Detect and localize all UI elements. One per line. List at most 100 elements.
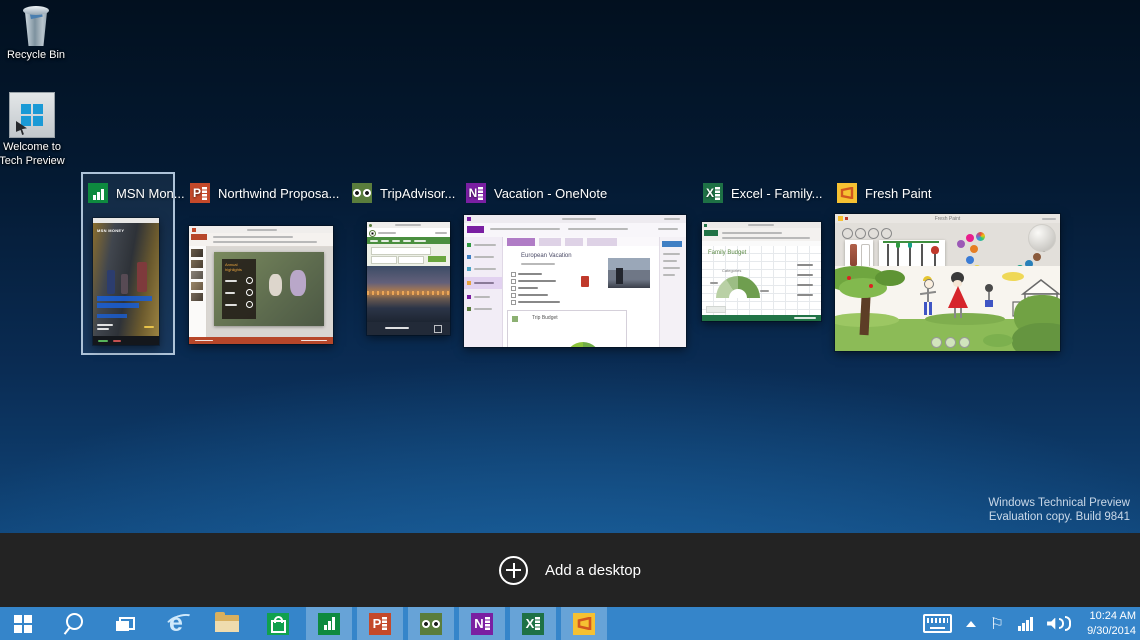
touch-keyboard-icon[interactable] — [922, 614, 952, 633]
desktop-icon-recycle-bin[interactable]: Recycle Bin — [0, 6, 72, 63]
ppt-status-dash-left — [195, 339, 213, 341]
file-explorer-button[interactable] — [204, 607, 250, 640]
on-item-2 — [518, 280, 556, 282]
task-view-button[interactable] — [102, 607, 148, 640]
trip-logo-dash — [378, 232, 396, 234]
excel-icon: X — [522, 612, 544, 635]
ppt-panel-dash-2 — [225, 292, 235, 294]
store-icon — [267, 612, 289, 635]
on-page: European Vacation Trip Budget — [503, 246, 660, 347]
window-label-msn-money[interactable]: MSN Mon... — [88, 183, 185, 203]
on-check-3 — [511, 286, 516, 291]
fp-tool-circle-4 — [881, 228, 892, 239]
xl-app-dot — [704, 224, 707, 227]
excel-taskbar-button[interactable]: X — [510, 607, 556, 640]
xl-sheet-title: Family Budget — [708, 250, 747, 256]
on-nb-4-dot — [467, 281, 471, 285]
welcome-label: Welcome to Tech Preview — [0, 141, 65, 167]
on-ribbon-dash-3 — [658, 228, 678, 230]
trip-search-button — [428, 256, 446, 262]
trip-search-panel — [367, 244, 450, 266]
taskbar-clock[interactable]: 10:24 AM 9/30/2014 — [1087, 609, 1136, 638]
on-check-4 — [511, 293, 516, 298]
xl-chart-label-right — [760, 290, 769, 292]
on-ribbon-dash-2 — [568, 228, 628, 230]
add-desktop-button[interactable]: Add a desktop — [499, 555, 641, 585]
on-check-2 — [511, 279, 516, 284]
start-windows-icon — [14, 614, 32, 633]
msn-header-text: MSN MONEY — [97, 228, 125, 233]
window-label-excel[interactable]: X Excel - Family... — [703, 183, 823, 203]
fp-canvas — [835, 266, 1060, 351]
xl-sheet-tab — [706, 306, 726, 313]
trip-nav-1 — [370, 240, 378, 242]
desktop-icon-welcome-tech-preview[interactable]: Welcome to Tech Preview — [0, 92, 68, 169]
ppt-overlay-panel: Annual highlights — [222, 259, 256, 319]
show-hidden-icons-chevron[interactable] — [965, 620, 976, 627]
trip-overlay-dash — [385, 327, 409, 329]
trip-header — [367, 228, 450, 237]
msn-money-taskbar-button[interactable] — [306, 607, 352, 640]
fp-window-title: Fresh Paint — [934, 216, 961, 222]
trip-search-input — [371, 247, 431, 255]
clock-date: 9/30/2014 — [1087, 624, 1136, 637]
network-icon[interactable] — [1018, 616, 1034, 631]
trip-photo — [367, 266, 450, 322]
ppt-slide-title: Annual highlights — [225, 262, 242, 272]
fp-apple-2 — [869, 284, 873, 288]
fp-tool-circle-2 — [855, 228, 866, 239]
powerpoint-icon: P — [190, 183, 210, 203]
trip-title-dash — [395, 224, 421, 226]
trip-bottom-overlay — [367, 322, 450, 335]
powerpoint-taskbar-button[interactable]: P — [357, 607, 403, 640]
window-label-onenote[interactable]: N Vacation - OneNote — [466, 183, 607, 203]
on-nb-3-dot — [467, 267, 471, 271]
fp-dad-torso — [927, 288, 929, 302]
fresh-paint-icon — [837, 183, 857, 203]
ppt-icon-bulb — [246, 277, 253, 284]
window-title: TripAdvisor... — [380, 185, 456, 201]
on-nb-6-dot — [467, 307, 471, 311]
start-button[interactable] — [0, 607, 46, 640]
fresh-paint-taskbar-button[interactable] — [561, 607, 607, 640]
tripadvisor-taskbar-button[interactable] — [408, 607, 454, 640]
thumbnail-tripadvisor[interactable] — [366, 221, 451, 336]
thumbnail-msn-money[interactable]: MSN MONEY — [92, 217, 160, 346]
on-item-4 — [518, 294, 548, 296]
trip-app-dot — [369, 224, 372, 227]
system-tray: ⚐ 10:24 AM 9/30/2014 — [922, 607, 1140, 640]
window-label-powerpoint[interactable]: P Northwind Proposa... — [190, 183, 339, 203]
owl-eye-left — [353, 189, 361, 197]
ppt-slide-canvas: Annual highlights — [214, 252, 324, 326]
fp-app-dot — [838, 216, 843, 221]
fp-bush-3 — [983, 334, 1013, 347]
excel-icon: X — [703, 183, 723, 203]
volume-icon[interactable] — [1047, 616, 1072, 631]
onenote-icon: N — [466, 183, 486, 203]
action-center-flag-icon[interactable]: ⚐ — [990, 615, 1004, 632]
search-button[interactable] — [51, 607, 97, 640]
window-label-fresh-paint[interactable]: Fresh Paint — [837, 183, 931, 203]
internet-explorer-button[interactable]: e — [153, 607, 199, 640]
fp-tool-circle-1 — [842, 228, 853, 239]
store-button[interactable] — [255, 607, 301, 640]
ppt-ribbon-dash-2 — [213, 241, 317, 243]
excel-letter: X — [705, 186, 714, 200]
file-explorer-icon — [215, 612, 239, 632]
thumbnail-excel[interactable]: Family Budget Categories — [701, 221, 822, 322]
on-tab-4 — [587, 238, 617, 246]
fp-mom-leg-1 — [954, 308, 956, 318]
ppt-photo-person-2 — [269, 274, 282, 296]
taskbar: e P N X ⚐ 10:24 AM 9/30/2014 — [0, 607, 1140, 640]
window-label-tripadvisor[interactable]: TripAdvisor... — [352, 183, 455, 203]
thumbnail-onenote[interactable]: European Vacation Trip Budget — [463, 214, 687, 348]
on-tab-3 — [565, 238, 583, 246]
msn-headline-bar-1 — [97, 296, 152, 301]
thumbnail-powerpoint[interactable]: Annual highlights — [188, 225, 334, 345]
onenote-doc-strip — [478, 186, 484, 200]
search-icon — [65, 613, 83, 630]
onenote-taskbar-button[interactable]: N — [459, 607, 505, 640]
on-tab-selected — [507, 238, 535, 246]
thumbnail-fresh-paint[interactable]: Fresh Paint — [834, 213, 1061, 352]
msn-ticker-green — [98, 340, 108, 342]
